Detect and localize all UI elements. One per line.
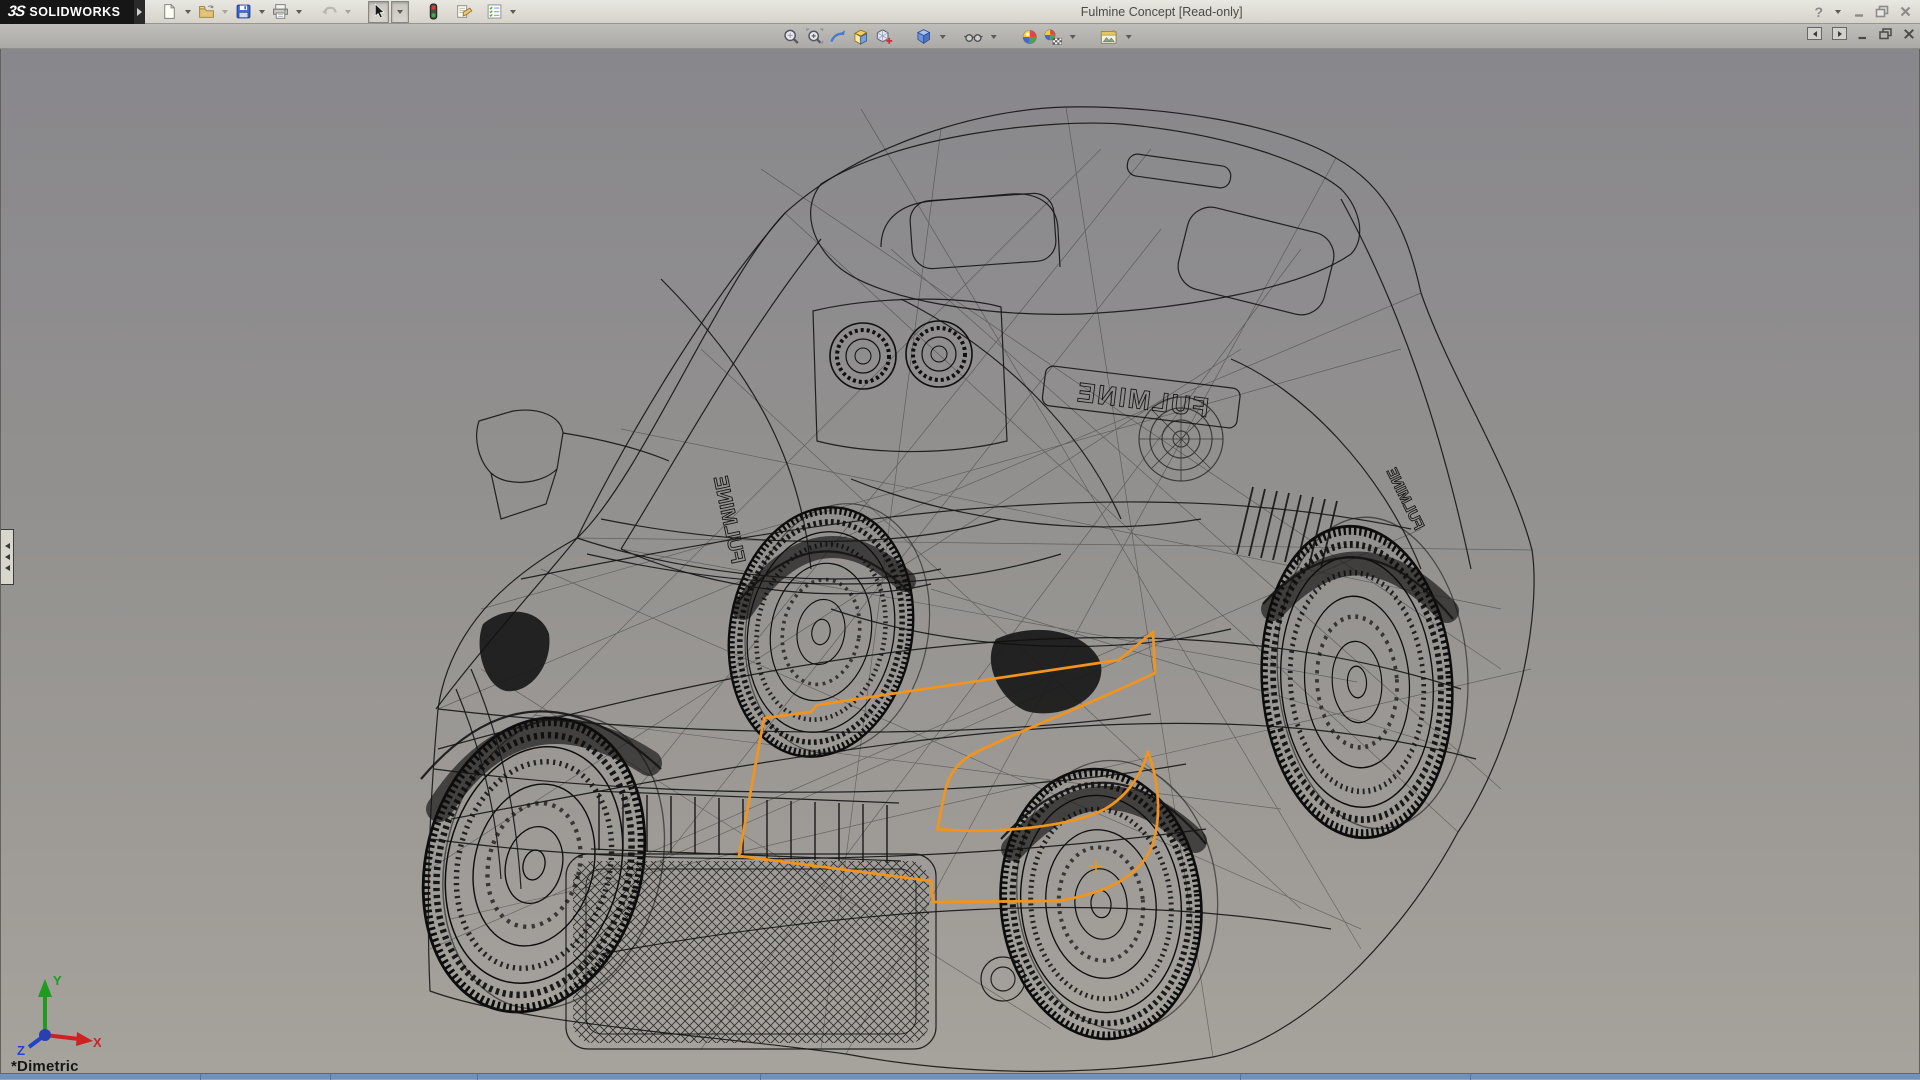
- brand-name: SOLIDWORKS: [29, 4, 121, 19]
- previous-view-button[interactable]: [828, 26, 848, 47]
- open-caret[interactable]: [222, 9, 228, 14]
- triad-z-label: Z: [17, 1043, 25, 1057]
- apply-scene-caret[interactable]: [1069, 34, 1076, 39]
- options-button[interactable]: [484, 1, 505, 23]
- decal-left-pillar: FULMINE: [709, 474, 749, 566]
- close-button[interactable]: [1899, 5, 1912, 18]
- heads-up-toolbar: [0, 24, 1920, 49]
- wireframe-model: FULMINE FULMINE FULMINE: [1, 106, 1535, 1072]
- print-caret[interactable]: [296, 9, 302, 14]
- solidworks-logo: 3S SOLIDWORKS: [0, 0, 134, 24]
- new-document-button[interactable]: [159, 1, 180, 23]
- window-title: Fulmine Concept [Read-only]: [1080, 4, 1243, 19]
- apply-scene-button[interactable]: [1043, 26, 1064, 47]
- standard-toolbar: [145, 0, 519, 23]
- section-view-button[interactable]: [851, 26, 871, 47]
- help-caret[interactable]: [1835, 9, 1841, 14]
- view-settings-icon: [1100, 28, 1117, 44]
- appearance-ball-icon: [1022, 29, 1037, 44]
- collapse-arrow-icon: [4, 543, 10, 549]
- collapse-arrow-icon: [4, 554, 10, 560]
- tail-lights: [829, 320, 973, 390]
- save-button[interactable]: [233, 1, 254, 23]
- apply-scene-icon: [1044, 29, 1063, 45]
- new-document-icon: [164, 4, 175, 19]
- save-caret[interactable]: [259, 9, 265, 14]
- print-button[interactable]: [270, 1, 291, 23]
- triad-x-label: X: [93, 1035, 101, 1050]
- display-style-caret[interactable]: [939, 34, 946, 39]
- previous-view-icon: [830, 29, 846, 44]
- grille-mesh: [573, 861, 929, 1043]
- triad-y-label: Y: [53, 973, 62, 988]
- open-icon: [199, 5, 214, 18]
- close-document-button[interactable]: [1903, 28, 1915, 40]
- traffic-light-icon: [429, 3, 438, 20]
- graphics-viewport[interactable]: FULMINE FULMINE FULMINE Y X Z *Dimetric: [0, 49, 1920, 1073]
- titlebar-controls: ?: [1814, 4, 1920, 20]
- reference-triad: Y X Z: [17, 973, 101, 1057]
- previous-window-button[interactable]: [1807, 27, 1822, 40]
- display-style-button[interactable]: [914, 26, 934, 47]
- file-properties-button[interactable]: [453, 1, 475, 23]
- next-window-icon: [1837, 30, 1842, 37]
- brand-mark: 3S: [6, 3, 26, 20]
- zoom-to-fit-icon: [784, 29, 799, 44]
- hide-show-items-button[interactable]: [963, 26, 985, 47]
- select-tool-caret-button[interactable]: [391, 0, 409, 23]
- file-properties-icon: [457, 5, 473, 18]
- menu-flyout-tab[interactable]: [134, 0, 145, 24]
- print-icon: [273, 4, 288, 19]
- rebuild-button[interactable]: [423, 1, 444, 23]
- restore-document-button[interactable]: [1879, 27, 1893, 40]
- title-bar: 3S SOLIDWORKS Fulmine Concept [Read-only…: [0, 0, 1920, 24]
- view-orientation-icon: [876, 28, 893, 44]
- status-bar: [0, 1073, 1920, 1080]
- save-icon: [236, 4, 251, 19]
- select-caret: [397, 9, 403, 14]
- new-document-caret[interactable]: [185, 9, 191, 14]
- select-tool-button[interactable]: [368, 0, 389, 23]
- section-view-icon: [853, 29, 868, 45]
- eyeglasses-icon: [964, 33, 983, 42]
- undo-icon: [322, 6, 337, 15]
- minimize-button[interactable]: [1853, 5, 1866, 18]
- feature-manager-flyout-tab[interactable]: [1, 529, 14, 585]
- flyout-arrow-icon: [137, 7, 142, 16]
- view-orientation-button[interactable]: [874, 26, 894, 47]
- document-window-controls: [1807, 27, 1915, 40]
- display-style-icon: [916, 28, 931, 44]
- minimize-document-button[interactable]: [1857, 28, 1869, 40]
- restore-button[interactable]: [1875, 5, 1890, 18]
- view-settings-button[interactable]: [1099, 26, 1120, 47]
- select-cursor-icon: [374, 3, 385, 19]
- next-window-button[interactable]: [1832, 27, 1847, 40]
- undo-button[interactable]: [319, 1, 340, 23]
- hide-show-caret[interactable]: [990, 34, 997, 39]
- options-checklist-icon: [487, 4, 502, 19]
- edit-appearance-button[interactable]: [1020, 26, 1040, 47]
- previous-window-icon: [1812, 30, 1817, 37]
- zoom-to-fit-button[interactable]: [782, 26, 802, 47]
- decal-rear: FULMINE: [1074, 377, 1211, 423]
- view-settings-caret[interactable]: [1125, 34, 1132, 39]
- help-button[interactable]: ?: [1814, 4, 1823, 20]
- collapse-arrow-icon: [4, 565, 10, 571]
- open-button[interactable]: [196, 1, 217, 23]
- view-orientation-label: *Dimetric: [11, 1058, 79, 1073]
- zoom-to-area-button[interactable]: [805, 26, 825, 47]
- options-caret[interactable]: [510, 9, 516, 14]
- zoom-to-area-icon: [806, 28, 824, 44]
- undo-caret[interactable]: [345, 9, 351, 14]
